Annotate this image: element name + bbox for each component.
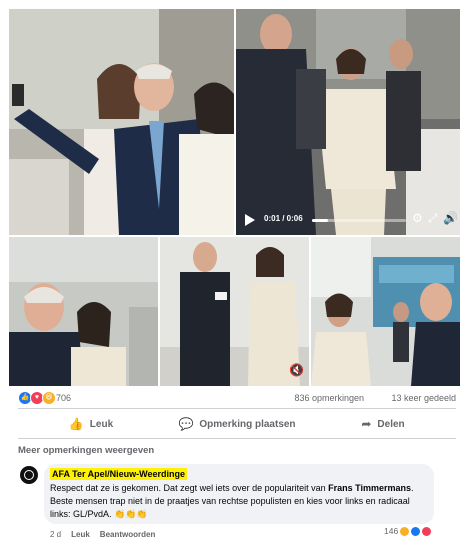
volume-muted-icon[interactable]: 🔇: [289, 363, 304, 377]
share-button[interactable]: ➦ Delen: [310, 412, 456, 436]
comment-button[interactable]: 💬 Opmerking plaatsen: [164, 412, 310, 436]
video-controls: 0:01 / 0:06 ⚙ ⤢ 🔊: [236, 206, 460, 234]
post-stats: 👍 ♥ 😆 706 836 opmerkingen 13 keer gedeel…: [18, 391, 456, 405]
comment-count[interactable]: 836 opmerkingen: [294, 393, 364, 403]
photo-conversation[interactable]: [160, 237, 309, 386]
photo-selfie[interactable]: [9, 9, 234, 235]
comment-text: Respect dat ze is gekomen. Dat zegt wel …: [50, 482, 430, 521]
divider-top: [18, 408, 456, 409]
comment-mention[interactable]: Frans Timmermans: [328, 483, 411, 493]
share-label: Delen: [377, 418, 405, 430]
comment-meta: 2 d Leuk Beantwoorden: [50, 530, 155, 539]
photo-greeting-screen[interactable]: [311, 237, 460, 386]
video-progress-fill: [312, 219, 328, 222]
like-label: Leuk: [89, 418, 114, 430]
post-actions: 👍 Leuk 💬 Opmerking plaatsen ➦ Delen: [18, 412, 456, 436]
haha-reaction-icon: [400, 526, 410, 536]
comment-reaction-count: 146: [384, 526, 399, 536]
like-icon: 👍: [68, 417, 84, 431]
avatar-logo-icon: [24, 470, 34, 480]
comment-author[interactable]: AFA Ter Apel/Nieuw-Weerdinge: [50, 468, 188, 480]
comment-reactions[interactable]: 146: [384, 526, 432, 536]
comment-label: Opmerking plaatsen: [199, 418, 296, 430]
settings-icon[interactable]: ⚙: [412, 212, 423, 224]
play-icon[interactable]: [245, 214, 255, 226]
like-reaction-icon: [411, 526, 421, 536]
video-progress-bar[interactable]: [312, 219, 406, 222]
haha-reaction-icon: 😆: [42, 391, 56, 405]
video-player[interactable]: [236, 9, 460, 235]
divider-bottom: [18, 438, 456, 439]
share-count[interactable]: 13 keer gedeeld: [391, 393, 456, 403]
avatar[interactable]: [20, 466, 38, 484]
reaction-count[interactable]: 706: [56, 393, 71, 403]
comment-reply-button[interactable]: Beantwoorden: [100, 530, 156, 539]
comment-like-button[interactable]: Leuk: [71, 530, 90, 539]
share-icon: ➦: [361, 417, 372, 431]
photo-kiss-greeting[interactable]: [9, 237, 158, 386]
more-comments-link[interactable]: Meer opmerkingen weergeven: [18, 445, 154, 456]
comment-icon: 💬: [178, 417, 194, 431]
comment-text-part1: Respect dat ze is gekomen. Dat zegt wel …: [50, 483, 329, 493]
comment-time[interactable]: 2 d: [50, 530, 61, 539]
love-reaction-icon: [422, 526, 432, 536]
fullscreen-icon[interactable]: ⤢: [428, 212, 438, 224]
video-time: 0:01 / 0:06: [264, 214, 303, 223]
reaction-icons[interactable]: 👍 ♥ 😆: [18, 391, 56, 405]
comment-bubble: AFA Ter Apel/Nieuw-Weerdinge Respect dat…: [44, 464, 434, 524]
volume-icon[interactable]: 🔊: [443, 212, 458, 224]
like-button[interactable]: 👍 Leuk: [18, 412, 164, 436]
